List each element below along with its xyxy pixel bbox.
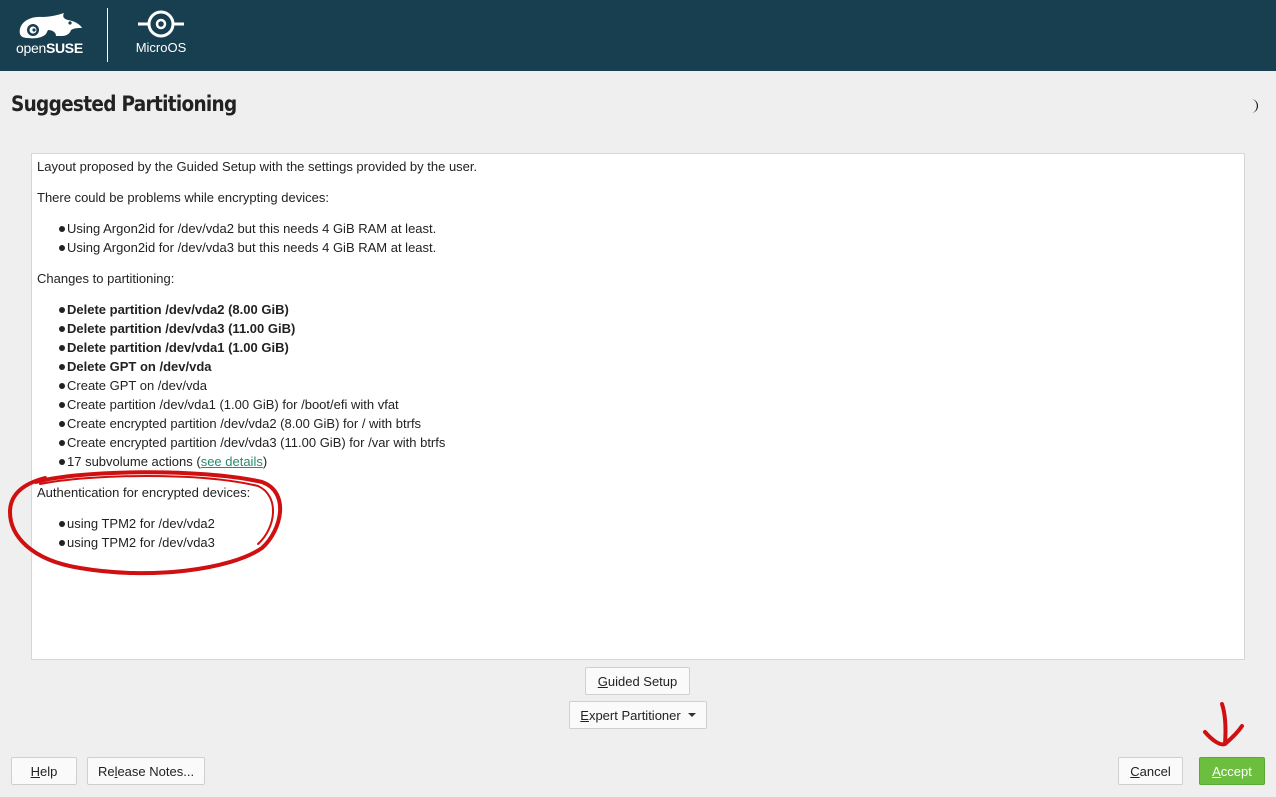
change-item: Delete GPT on /dev/vda	[59, 359, 212, 374]
page-title: Suggested Partitioning	[11, 92, 237, 116]
problems-heading: There could be problems while encrypting…	[37, 190, 329, 205]
change-item: Create GPT on /dev/vda	[59, 378, 207, 393]
cancel-button[interactable]: Cancel	[1118, 757, 1183, 785]
dropdown-caret-icon	[687, 713, 696, 717]
header-divider	[107, 8, 108, 62]
installer-window: openSUSE MicroOS Suggested Partitioning …	[0, 0, 1276, 797]
annotation-arrow	[1203, 702, 1244, 747]
header-bar: openSUSE MicroOS	[0, 0, 1276, 71]
subvolume-item: 17 subvolume actions (see details)	[58, 454, 268, 469]
auth-heading: Authentication for encrypted devices:	[37, 485, 251, 500]
product-logo: MicroOS	[128, 8, 194, 58]
expert-partitioner-button[interactable]: Expert Partitioner	[569, 701, 707, 729]
change-item: Create encrypted partition /dev/vda2 (8.…	[58, 416, 422, 431]
theme-toggle-icon[interactable]	[1247, 98, 1261, 114]
guided-setup-button[interactable]: Guided Setup	[585, 667, 690, 695]
see-details-link[interactable]: see details	[201, 454, 263, 469]
problem-item: Using Argon2id for /dev/vda2 but this ne…	[58, 221, 437, 236]
chameleon-icon	[19, 13, 82, 39]
auth-item: using TPM2 for /dev/vda3	[59, 535, 215, 550]
help-button[interactable]: Help	[11, 757, 77, 785]
proposal-summary: Layout proposed by the Guided Setup with…	[31, 153, 1245, 660]
microos-icon	[138, 10, 184, 38]
change-item: Delete partition /dev/vda3 (11.00 GiB)	[58, 321, 296, 336]
change-item: Create encrypted partition /dev/vda3 (11…	[58, 435, 446, 450]
release-notes-button[interactable]: Re l ease Notes...	[87, 757, 205, 785]
change-item: Delete partition /dev/vda1 (1.00 GiB)	[59, 340, 289, 355]
logo-text-open: open	[16, 40, 46, 56]
logo-text-suse: SUSE	[45, 40, 83, 56]
accept-button[interactable]: Accept	[1199, 757, 1265, 785]
subvolume-suffix: )	[262, 454, 268, 469]
opensuse-logo: openSUSE	[16, 12, 88, 56]
change-item: Create partition /dev/vda1 (1.00 GiB) fo…	[59, 397, 399, 412]
summary-intro: Layout proposed by the Guided Setup with…	[37, 159, 478, 174]
auth-item: using TPM2 for /dev/vda2	[59, 516, 215, 531]
product-name: MicroOS	[135, 40, 187, 55]
change-item: Delete partition /dev/vda2 (8.00 GiB)	[59, 302, 289, 317]
subvolume-text: 17 subvolume actions (	[67, 454, 201, 469]
problem-item: Using Argon2id for /dev/vda3 but this ne…	[58, 240, 437, 255]
changes-heading: Changes to partitioning:	[37, 271, 175, 286]
